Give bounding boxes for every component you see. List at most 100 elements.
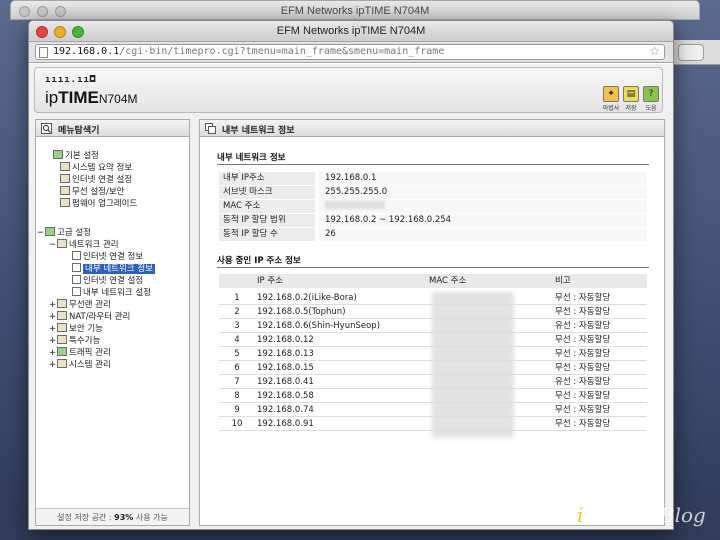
router-admin-page: ıııı.ıı◘ ipTIMEN704M ✦ 마법사 ▤ 저장 ? 도움 메뉴탐… xyxy=(29,64,673,529)
expand-icon[interactable]: + xyxy=(48,312,57,323)
tree-internet-connection-info[interactable]: 인터넷 연결 정보 xyxy=(72,251,143,262)
system-icon xyxy=(57,359,67,368)
info-row-mac: MAC 주소 xyxy=(219,200,647,213)
row-note: 무선 : 자동할당 xyxy=(555,363,611,373)
info-key: 서브넷 마스크 xyxy=(219,186,315,199)
page-icon xyxy=(72,263,81,272)
window-icon xyxy=(205,123,216,134)
tree-system-management[interactable]: + 시스템 관리 xyxy=(48,359,111,370)
tree-internal-network-setup[interactable]: 내부 네트워크 설정 xyxy=(72,287,151,298)
tree-internet-setup-basic[interactable]: 인터넷 연결 설정 xyxy=(60,174,132,185)
info-key: MAC 주소 xyxy=(219,200,315,213)
tree-basic-settings[interactable]: 기본 설정 xyxy=(44,150,99,161)
panel-header: 내부 네트워크 정보 xyxy=(200,120,664,137)
firmware-icon xyxy=(60,198,70,207)
row-no: 3 xyxy=(234,321,240,331)
url-host: 192.168.0.1 xyxy=(53,46,120,57)
page-icon xyxy=(72,287,81,296)
tree-label: 시스템 요약 정보 xyxy=(72,163,133,173)
section-divider xyxy=(217,164,649,165)
traffic-icon xyxy=(57,347,67,356)
row-ip: 192.168.0.74 xyxy=(257,405,314,415)
row-note: 무선 : 자동할당 xyxy=(555,307,611,317)
tree-internet-connection-setup[interactable]: 인터넷 연결 설정 xyxy=(72,275,143,286)
info-key: 내부 IP주소 xyxy=(219,172,315,185)
panel-title: 내부 네트워크 정보 xyxy=(222,126,295,136)
url-path: /cgi-bin/timepro.cgi?tmenu=main_frame&sm… xyxy=(119,46,445,57)
row-no: 7 xyxy=(234,377,240,387)
section-divider xyxy=(217,267,649,268)
expand-icon[interactable]: + xyxy=(48,348,57,359)
address-bar: 192.168.0.1/cgi-bin/timepro.cgi?tmenu=ma… xyxy=(29,42,673,63)
tree-system-summary[interactable]: 시스템 요약 정보 xyxy=(60,162,132,173)
brand-logo: ipTIMEN704M xyxy=(45,88,138,108)
collapse-icon[interactable]: − xyxy=(36,228,45,239)
expand-icon[interactable]: + xyxy=(48,360,57,371)
page-icon xyxy=(72,275,81,284)
info-row-dhcp-count: 동적 IP 할당 수 26 xyxy=(219,228,647,241)
col-mac: MAC 주소 xyxy=(429,276,467,286)
info-value-mac xyxy=(319,200,647,213)
tree-security[interactable]: + 보안 기능 xyxy=(48,323,103,334)
menu-explorer-title: 메뉴탐색기 xyxy=(58,126,100,136)
tree-traffic[interactable]: + 트래픽 관리 xyxy=(48,347,111,358)
tree-network-management[interactable]: − 네트워크 관리 xyxy=(48,239,119,250)
page-icon xyxy=(39,47,48,58)
tree-label: 보안 기능 xyxy=(69,324,103,334)
internal-network-panel: 내부 네트워크 정보 내부 네트워크 정보 내부 IP주소 192.168.0.1… xyxy=(199,119,665,526)
row-ip: 192.168.0.2(iLike-Bora) xyxy=(257,293,357,303)
tree-label: 기본 설정 xyxy=(65,151,99,161)
row-ip: 192.168.0.15 xyxy=(257,363,314,373)
help-icon[interactable]: ? xyxy=(643,86,659,102)
info-value: 192.168.0.1 xyxy=(319,172,647,185)
col-note: 비고 xyxy=(555,276,571,286)
wizard-icon[interactable]: ✦ xyxy=(603,86,619,102)
lock-icon xyxy=(57,323,67,332)
url-text: 192.168.0.1/cgi-bin/timepro.cgi?tmenu=ma… xyxy=(53,46,444,57)
row-no: 9 xyxy=(234,405,240,415)
redacted-mac xyxy=(325,201,385,209)
menu-explorer-panel: 메뉴탐색기 기본 설정 시스템 요약 정보 인터넷 연결 설정 무선 설정/보안… xyxy=(35,119,190,526)
collapse-icon[interactable]: − xyxy=(48,240,57,251)
tree-special-functions[interactable]: + 특수기능 xyxy=(48,335,100,346)
tree-label: 무선랜 관리 xyxy=(69,300,111,310)
save-label: 저장 xyxy=(625,105,637,112)
page-icon xyxy=(72,251,81,260)
folder-icon xyxy=(45,227,55,236)
tree-label: 시스템 관리 xyxy=(69,360,111,370)
brand-model: N704M xyxy=(98,92,138,106)
info-row-ip: 내부 IP주소 192.168.0.1 xyxy=(219,172,647,185)
row-no: 8 xyxy=(234,391,240,401)
tree-label: 인터넷 연결 설정 xyxy=(72,175,133,185)
bg-toolbar-button[interactable] xyxy=(678,44,704,61)
tree-nat-router[interactable]: + NAT/라우터 관리 xyxy=(48,311,130,322)
info-value: 192.168.0.2 ~ 192.168.0.254 xyxy=(319,214,647,227)
router-icon xyxy=(57,311,67,320)
save-icon[interactable]: ▤ xyxy=(623,86,639,102)
row-note: 무선 : 자동할당 xyxy=(555,405,611,415)
wireless-icon xyxy=(60,186,70,195)
tree-internal-network-info[interactable]: 내부 네트워크 정보 xyxy=(72,263,155,274)
expand-icon[interactable]: + xyxy=(48,324,57,335)
tree-label: 인터넷 연결 정보 xyxy=(83,252,144,262)
special-icon xyxy=(57,335,67,344)
wizard-label: 마법사 xyxy=(602,105,620,112)
row-note: 유선 : 자동할당 xyxy=(555,321,611,331)
expand-icon[interactable]: + xyxy=(48,300,57,311)
tree-advanced-settings[interactable]: − 고급 설정 xyxy=(36,227,91,238)
brand-ip: ip xyxy=(45,88,59,107)
bookmark-star-icon[interactable]: ☆ xyxy=(649,44,660,58)
tree-wireless-lan[interactable]: + 무선랜 관리 xyxy=(48,299,111,310)
row-ip: 192.168.0.5(Tophun) xyxy=(257,307,346,317)
expand-icon[interactable]: + xyxy=(48,336,57,347)
network-icon xyxy=(57,239,67,248)
row-no: 1 xyxy=(234,293,240,303)
url-field[interactable]: 192.168.0.1/cgi-bin/timepro.cgi?tmenu=ma… xyxy=(35,44,665,60)
browser-window: EFM Networks ipTIME N704M 192.168.0.1/cg… xyxy=(28,20,674,530)
info-row-subnet: 서브넷 마스크 255.255.255.0 xyxy=(219,186,647,199)
row-ip: 192.168.0.12 xyxy=(257,335,314,345)
tree-wireless-security[interactable]: 무선 설정/보안 xyxy=(60,186,125,197)
wireless-lan-icon xyxy=(57,299,67,308)
row-note: 무선 : 자동할당 xyxy=(555,391,611,401)
tree-firmware-upgrade[interactable]: 펌웨어 업그레이드 xyxy=(60,198,137,209)
